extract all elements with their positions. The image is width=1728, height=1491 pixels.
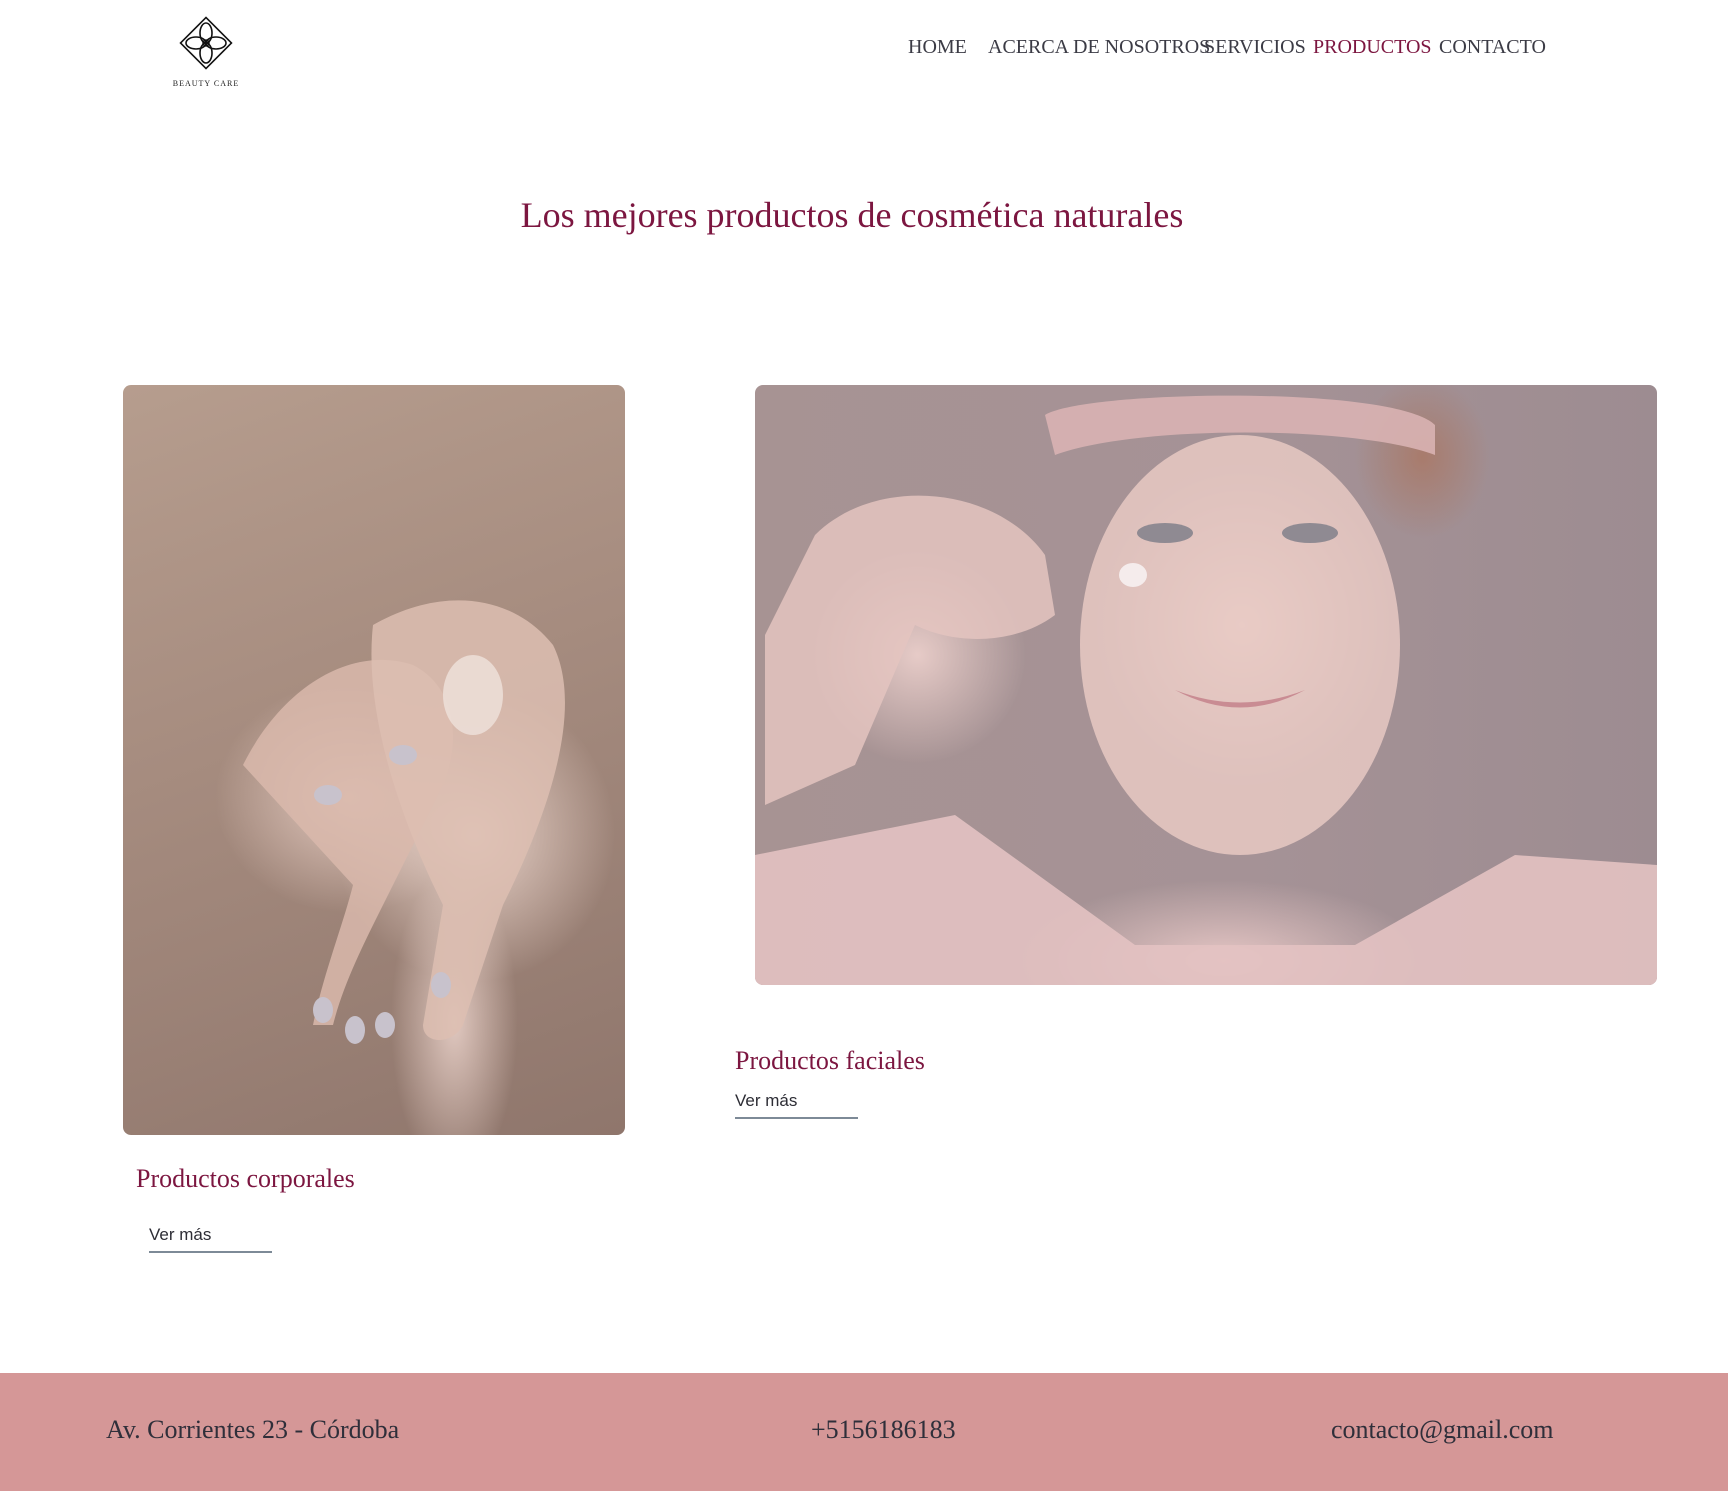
facial-products-more-link[interactable]: Ver más	[735, 1091, 858, 1119]
body-products-more-link[interactable]: Ver más	[149, 1225, 272, 1253]
nav-services[interactable]: SERVICIOS	[1204, 36, 1306, 59]
nav-contact[interactable]: CONTACTO	[1439, 36, 1546, 59]
footer-phone[interactable]: +5156186183	[811, 1415, 956, 1445]
page: BEAUTY CARE HOME ACERCA DE NOSOTROS SERV…	[0, 0, 1728, 1491]
logo-text: BEAUTY CARE	[172, 79, 240, 88]
nav-home[interactable]: HOME	[908, 36, 967, 59]
footer-address: Av. Corrientes 23 - Córdoba	[106, 1415, 400, 1444]
nav-products[interactable]: PRODUCTOS	[1313, 36, 1432, 59]
hands-illustration	[243, 600, 565, 1044]
facial-products-image	[755, 385, 1657, 985]
face-illustration	[755, 395, 1657, 985]
footer-email[interactable]: contacto@gmail.com	[1331, 1415, 1554, 1445]
facial-products-title: Productos faciales	[735, 1046, 925, 1075]
nav-about[interactable]: ACERCA DE NOSOTROS	[988, 36, 1210, 59]
body-products-title: Productos corporales	[136, 1164, 355, 1193]
page-title: Los mejores productos de cosmética natur…	[520, 195, 1184, 235]
body-products-image	[123, 385, 625, 1135]
footer: Av. Corrientes 23 - Córdoba +5156186183 …	[0, 1373, 1728, 1491]
brand-logo[interactable]: BEAUTY CARE	[170, 12, 242, 90]
flower-logo-icon	[179, 16, 233, 70]
